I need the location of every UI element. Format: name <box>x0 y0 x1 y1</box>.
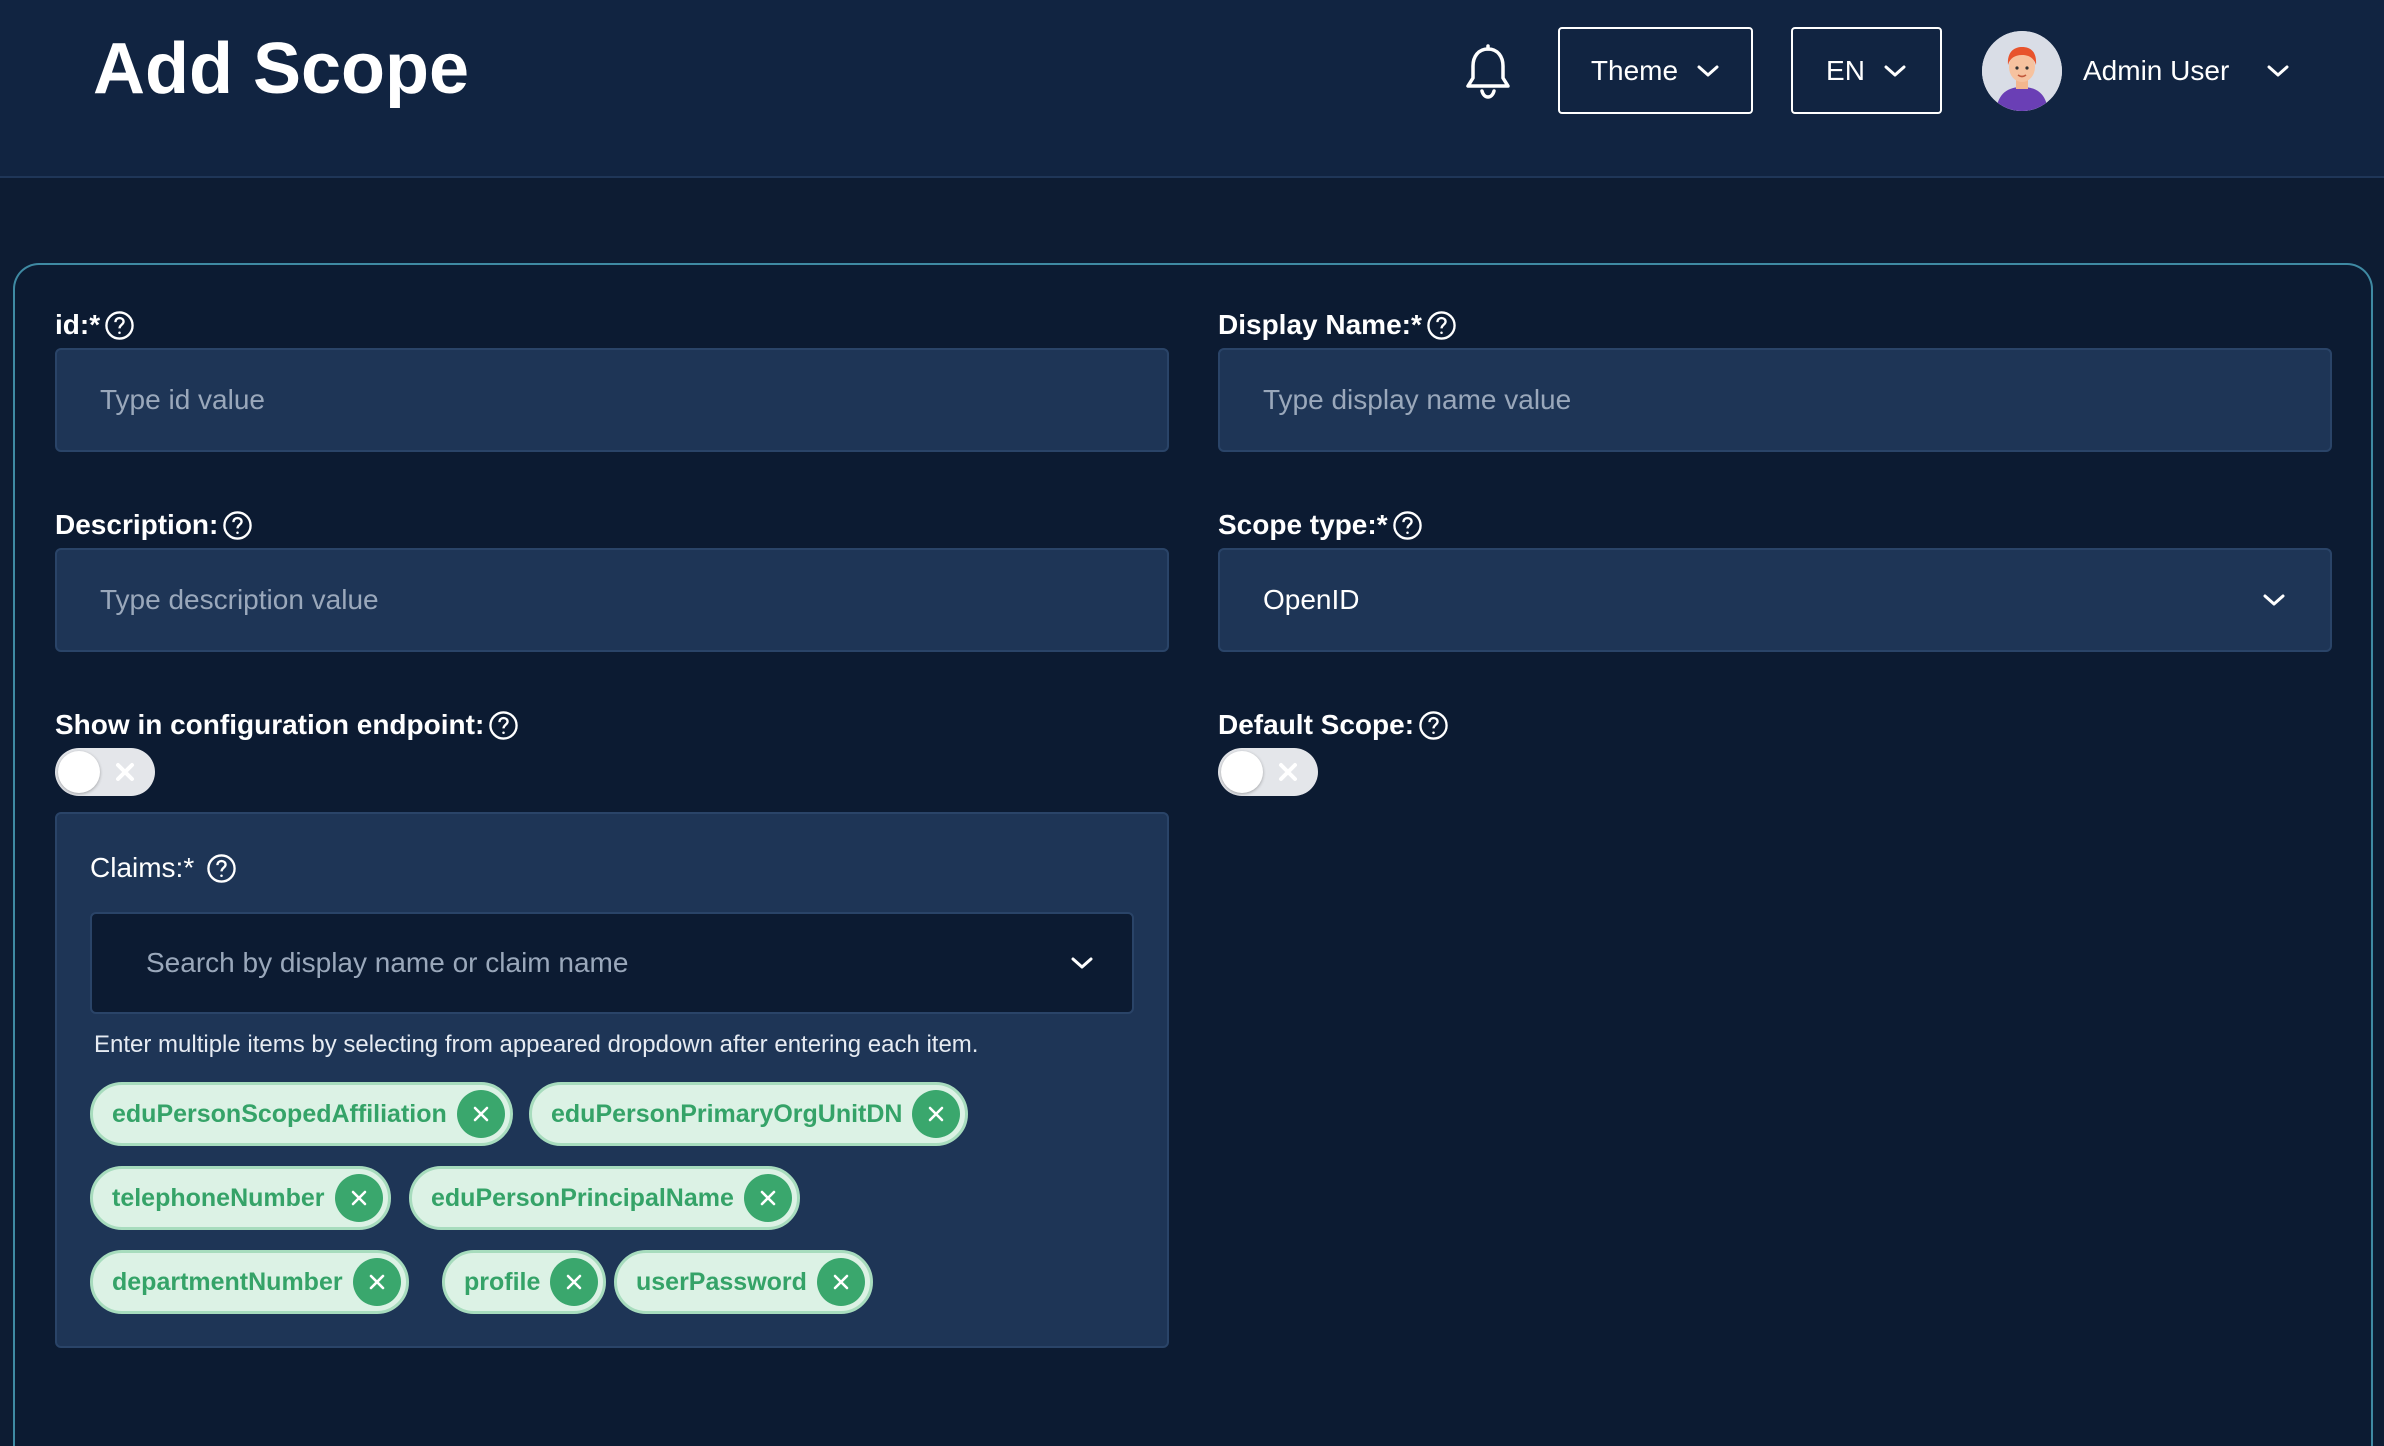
help-icon[interactable] <box>488 710 519 741</box>
claim-chip: eduPersonScopedAffiliation <box>90 1082 513 1146</box>
page-title: Add Scope <box>93 29 470 109</box>
close-icon <box>116 763 134 781</box>
claims-panel: Claims:* Search by display name or claim… <box>55 812 1169 1348</box>
claims-search-input[interactable]: Search by display name or claim name <box>90 912 1134 1014</box>
id-field-label: id:* <box>55 309 135 341</box>
chevron-down-icon <box>1697 65 1719 76</box>
close-icon <box>369 1274 384 1290</box>
remove-claim-button[interactable] <box>743 1174 792 1222</box>
claims-search-placeholder: Search by display name or claim name <box>146 947 629 978</box>
remove-claim-button[interactable] <box>816 1258 865 1306</box>
claims-hint-text: Enter multiple items by selecting from a… <box>94 1031 979 1058</box>
scope-type-label-text: Scope type:* <box>1218 509 1388 540</box>
help-icon[interactable] <box>1418 710 1449 741</box>
avatar-icon <box>1982 31 2062 111</box>
default-scope-field-label: Default Scope: <box>1218 709 1449 741</box>
claim-chip-label: eduPersonScopedAffiliation <box>112 1099 447 1128</box>
id-input[interactable] <box>55 348 1169 452</box>
id-label-text: id:* <box>55 309 101 340</box>
close-icon <box>929 1106 944 1122</box>
claim-chip: userPassword <box>614 1250 873 1314</box>
theme-dropdown-button[interactable]: Theme <box>1558 27 1753 114</box>
chevron-down-icon <box>1884 65 1906 76</box>
bell-icon[interactable] <box>1462 44 1514 100</box>
language-dropdown-button[interactable]: EN <box>1791 27 1942 114</box>
remove-claim-button[interactable] <box>456 1090 505 1138</box>
description-field-label: Description: <box>55 509 253 541</box>
display-name-label-text: Display Name:* <box>1218 309 1422 340</box>
claim-chip-label: profile <box>464 1267 541 1296</box>
display-name-input[interactable] <box>1218 348 2332 452</box>
close-icon <box>833 1274 849 1290</box>
help-icon[interactable] <box>104 310 135 341</box>
close-icon <box>760 1190 776 1206</box>
claim-chip-label: eduPersonPrimaryOrgUnitDN <box>551 1099 903 1128</box>
remove-claim-button[interactable] <box>352 1258 401 1306</box>
claim-chip-label: eduPersonPrincipalName <box>431 1183 734 1212</box>
description-label-text: Description: <box>55 509 219 540</box>
help-icon[interactable] <box>222 510 253 541</box>
claim-chip: eduPersonPrimaryOrgUnitDN <box>529 1082 969 1146</box>
language-label: EN <box>1826 54 1865 86</box>
remove-claim-button[interactable] <box>334 1174 383 1222</box>
show-in-config-toggle[interactable] <box>55 748 155 796</box>
header-bar: Add Scope Theme EN Admin User <box>0 0 2384 178</box>
claim-chip: departmentNumber <box>90 1250 409 1314</box>
chevron-down-icon[interactable] <box>1070 955 1094 971</box>
close-icon <box>351 1190 366 1206</box>
help-icon[interactable] <box>206 853 237 884</box>
remove-claim-button[interactable] <box>912 1090 961 1138</box>
claim-chip-label: departmentNumber <box>112 1267 343 1296</box>
claim-chip-label: telephoneNumber <box>112 1183 325 1212</box>
help-icon[interactable] <box>1426 310 1457 341</box>
toggle-knob <box>1221 751 1263 793</box>
show-in-config-field-label: Show in configuration endpoint: <box>55 709 519 741</box>
close-icon <box>473 1106 489 1122</box>
default-scope-label-text: Default Scope: <box>1218 709 1415 740</box>
avatar <box>1982 31 2062 111</box>
toggle-knob <box>58 751 100 793</box>
user-name: Admin User <box>2083 55 2230 86</box>
default-scope-toggle[interactable] <box>1218 748 1318 796</box>
scope-type-select[interactable]: OpenID <box>1218 548 2332 652</box>
claims-label-text: Claims:* <box>90 852 195 883</box>
claim-chip: eduPersonPrincipalName <box>409 1166 800 1230</box>
description-input[interactable] <box>55 548 1169 652</box>
scope-form-card: id:* Display Name:* Description: Scope t… <box>13 263 2373 1446</box>
help-icon[interactable] <box>1392 510 1423 541</box>
user-menu[interactable]: Admin User <box>1982 31 2290 111</box>
close-icon <box>567 1274 582 1290</box>
claim-chip: telephoneNumber <box>90 1166 391 1230</box>
theme-label: Theme <box>1590 54 1679 86</box>
display-name-field-label: Display Name:* <box>1218 309 1457 341</box>
claim-chip: profile <box>442 1250 607 1314</box>
claims-field-label: Claims:* <box>90 852 237 884</box>
show-in-config-label-text: Show in configuration endpoint: <box>55 709 485 740</box>
claim-chip-label: userPassword <box>636 1267 807 1296</box>
scope-type-field-label: Scope type:* <box>1218 509 1423 541</box>
close-icon <box>1279 763 1297 781</box>
chevron-down-icon <box>2263 594 2285 606</box>
scope-type-value: OpenID <box>1263 584 1360 615</box>
chevron-down-icon <box>2267 65 2289 77</box>
remove-claim-button[interactable] <box>550 1258 599 1306</box>
